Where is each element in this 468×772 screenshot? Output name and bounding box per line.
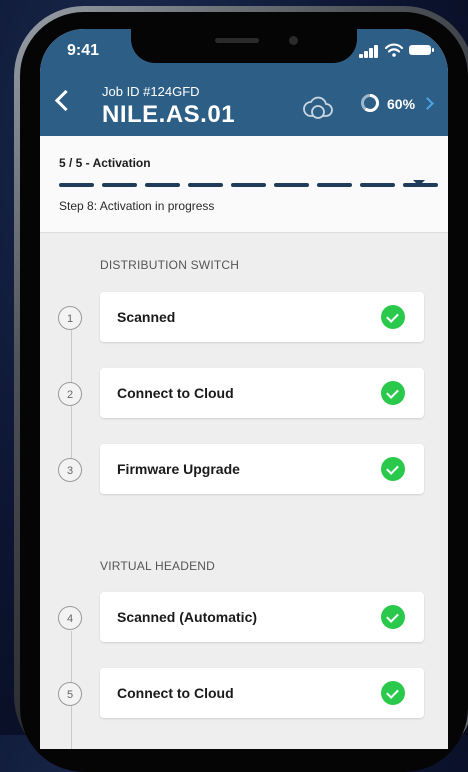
check-icon [381,381,405,405]
battery-icon [409,45,434,55]
check-icon [381,305,405,329]
speaker-grille [215,38,259,43]
cloud-sync-icon[interactable] [302,92,334,122]
section-label-virtual-headend: VIRTUAL HEADEND [100,559,216,573]
signal-icon [359,45,381,58]
step-card-scanned[interactable]: Scanned [100,292,424,342]
check-icon [381,605,405,629]
back-chevron-icon[interactable] [54,89,77,112]
stage-step-dash [102,183,137,187]
phone-notch [131,29,357,63]
stage-step-dash [188,183,223,187]
chevron-right-icon[interactable] [421,97,434,110]
step-label: Connect to Cloud [117,685,234,701]
stage-title: 5 / 5 - Activation [59,156,151,170]
status-time: 9:41 [67,42,100,59]
step-card-connect-to-cloud[interactable]: Connect to Cloud [100,668,424,718]
step-label: Scanned [117,309,176,325]
expand-caret-icon[interactable] [413,180,425,186]
wifi-icon [385,43,403,57]
step-card-scanned-automatic[interactable]: Scanned (Automatic) [100,592,424,642]
progress-percent: 60% [387,96,416,112]
step-label: Firmware Upgrade [117,461,240,477]
stage-progress-panel[interactable]: 5 / 5 - Activation Step 8: Activation in… [40,136,448,233]
step-card-connect-to-cloud[interactable]: Connect to Cloud [100,368,424,418]
stage-step-dash [231,183,266,187]
step-number-3: 3 [58,458,82,482]
app-header: 9:41 Job ID #124GFD NILE.AS.01 60% [40,29,448,136]
step-label: Scanned (Automatic) [117,609,258,625]
stage-step-dash [59,183,94,187]
section-label-distribution-switch: DISTRIBUTION SWITCH [100,258,240,272]
step-number-2: 2 [58,382,82,406]
progress-ring-icon [361,94,379,112]
check-icon [381,457,405,481]
step-number-5: 5 [58,682,82,706]
step-label: Connect to Cloud [117,385,234,401]
stage-step-dash [274,183,309,187]
front-camera [289,36,298,45]
app-screen: 9:41 Job ID #124GFD NILE.AS.01 60% 5 / 5… [40,29,448,749]
stage-step-dash [360,183,395,187]
step-card-firmware-upgrade[interactable]: Firmware Upgrade [100,444,424,494]
step-number-4: 4 [58,606,82,630]
job-name-title: NILE.AS.01 [102,101,236,128]
step-number-1: 1 [58,306,82,330]
stage-subtitle: Step 8: Activation in progress [59,199,215,213]
stage-step-dash [145,183,180,187]
check-icon [381,681,405,705]
stage-step-dash [317,183,352,187]
job-id-label: Job ID #124GFD [102,84,200,99]
